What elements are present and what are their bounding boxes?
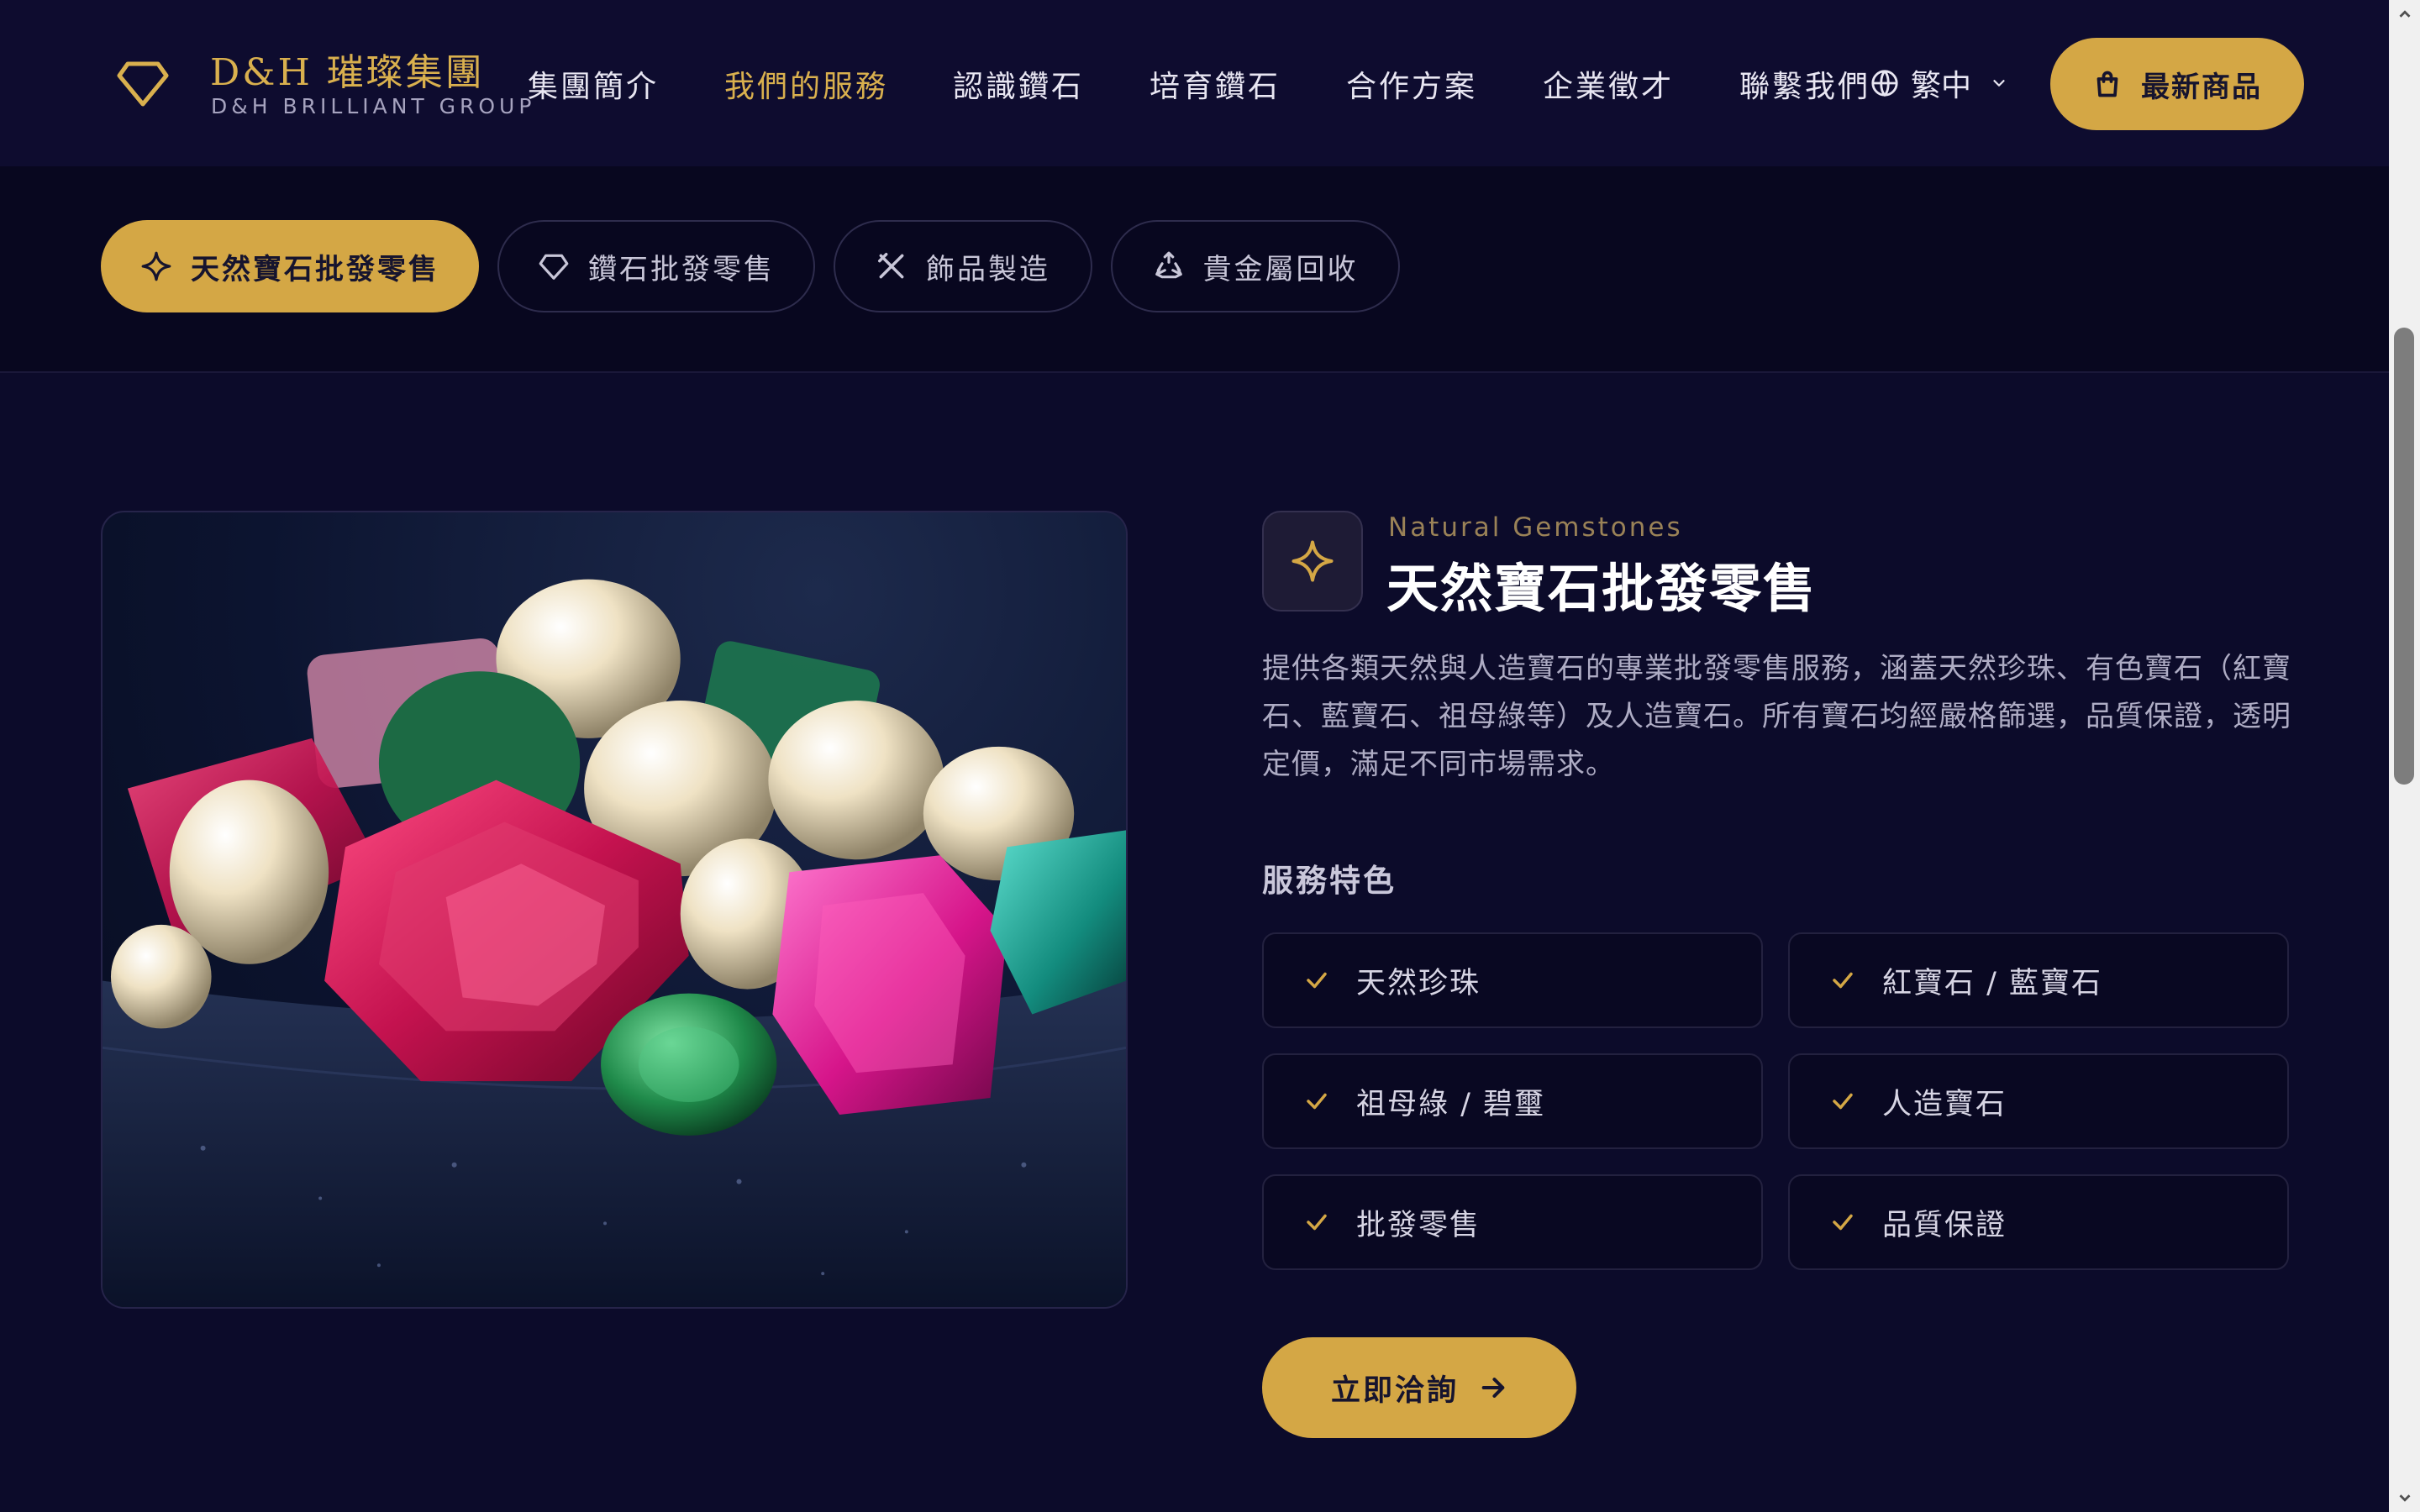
tab-natural-gemstones[interactable]: 天然寶石批發零售 — [101, 220, 479, 312]
shopping-bag-icon — [2096, 71, 2118, 97]
nav-item-about[interactable]: 集團簡介 — [528, 62, 659, 106]
recycle-icon — [1155, 251, 1182, 279]
service-description: 提供各類天然與人造寶石的專業批發零售服務，涵蓋天然珍珠、有色寶石（紅寶石、藍寶石… — [1262, 652, 2291, 781]
brand-name-en: D&H BRILLIANT GROUP — [211, 94, 536, 118]
tools-icon — [878, 253, 904, 279]
scroll-down-arrow-icon[interactable] — [2396, 1488, 2414, 1507]
feature-item: 品質保證 — [1788, 1174, 2289, 1270]
feature-label: 人造寶石 — [1882, 1087, 2007, 1121]
scrollbar-thumb[interactable] — [2394, 328, 2414, 785]
gemstones-image — [101, 511, 1128, 1309]
tab-label: 貴金屬回收 — [1202, 252, 1359, 286]
feature-item: 人造寶石 — [1788, 1053, 2289, 1149]
feature-item: 紅寶石 / 藍寶石 — [1788, 932, 2289, 1028]
language-label: 繁中 — [1911, 69, 1972, 103]
service-title: 天然寶石批發零售 — [1386, 558, 1818, 619]
check-icon — [1307, 1214, 1327, 1231]
check-icon — [1833, 1093, 1853, 1110]
tab-label: 飾品製造 — [926, 252, 1050, 286]
tab-label: 鑽石批發零售 — [588, 252, 775, 286]
nav-item-partnership[interactable]: 合作方案 — [1346, 62, 1477, 106]
chevron-down-icon — [1993, 80, 2005, 87]
feature-label: 天然珍珠 — [1356, 966, 1481, 1000]
feature-item: 祖母綠 / 碧璽 — [1262, 1053, 1763, 1149]
diamond-logo-icon[interactable] — [116, 60, 170, 108]
gemstones-illustration — [103, 579, 1126, 1307]
nav-item-lab-diamonds[interactable]: 培育鑽石 — [1150, 62, 1281, 106]
feature-label: 批發零售 — [1356, 1208, 1481, 1242]
arrow-right-icon — [1481, 1378, 1505, 1398]
inquire-now-button[interactable]: 立即洽詢 — [1262, 1337, 1576, 1438]
check-icon — [1833, 972, 1853, 989]
nav-item-contact[interactable]: 聯繫我們 — [1739, 62, 1870, 106]
feature-item: 天然珍珠 — [1262, 932, 1763, 1028]
tab-metal-recycling[interactable]: 貴金屬回收 — [1111, 220, 1400, 312]
feature-label: 品質保證 — [1882, 1208, 2007, 1242]
features-heading: 服務特色 — [1262, 863, 1397, 899]
nav-item-services[interactable]: 我們的服務 — [724, 62, 888, 106]
service-icon-box — [1262, 511, 1363, 612]
tab-label: 天然寶石批發零售 — [191, 252, 439, 286]
tab-jewelry-manufacturing[interactable]: 飾品製造 — [834, 220, 1092, 312]
sparkle-icon — [1292, 540, 1334, 582]
sparkle-icon — [141, 251, 171, 281]
check-icon — [1307, 1093, 1327, 1110]
inquire-now-label: 立即洽詢 — [1330, 1373, 1459, 1408]
brand-name-cn[interactable]: D&H 璀璨集團 — [210, 42, 485, 96]
latest-products-button[interactable]: 最新商品 — [2050, 38, 2304, 130]
nav-item-diamonds[interactable]: 認識鑽石 — [953, 62, 1084, 106]
top-header: D&H 璀璨集團 D&H BRILLIANT GROUP 集團簡介 我們的服務 … — [0, 0, 2389, 166]
scroll-up-arrow-icon[interactable] — [2396, 5, 2414, 24]
nav-item-careers[interactable]: 企業徵才 — [1543, 62, 1674, 106]
latest-products-label: 最新商品 — [2141, 70, 2262, 104]
diamond-icon — [539, 254, 569, 280]
tab-diamonds[interactable]: 鑽石批發零售 — [497, 220, 815, 312]
feature-label: 祖母綠 / 碧璽 — [1356, 1087, 1546, 1121]
service-subtitle-en: Natural Gemstones — [1388, 512, 1683, 543]
feature-item: 批發零售 — [1262, 1174, 1763, 1270]
check-icon — [1833, 1214, 1853, 1231]
language-selector[interactable]: 繁中 — [1870, 62, 2008, 104]
globe-icon — [1871, 70, 1898, 97]
check-icon — [1307, 972, 1327, 989]
feature-label: 紅寶石 / 藍寶石 — [1882, 966, 2103, 1000]
